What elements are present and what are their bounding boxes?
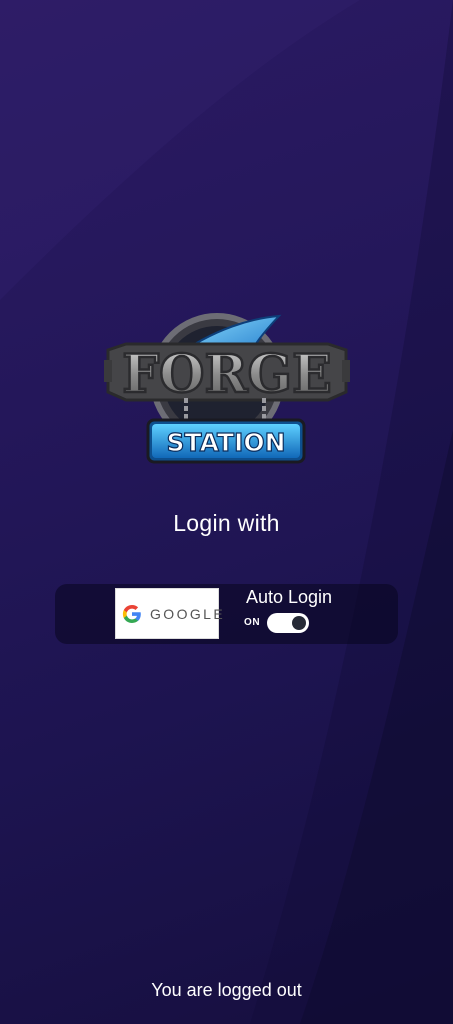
forge-station-logo: FORGE STATION (104, 310, 350, 470)
login-with-title: Login with (173, 510, 280, 536)
auto-login-state: ON (244, 617, 261, 628)
logo-top-text: FORGE (122, 344, 331, 405)
logo-bottom-text: STATION (166, 428, 285, 457)
google-button-label: GOOGLE (150, 605, 226, 622)
toggle-knob (292, 616, 306, 630)
login-panel: GOOGLE Auto Login ON (55, 584, 398, 644)
auto-login-toggle[interactable] (267, 613, 309, 633)
google-login-button[interactable]: GOOGLE (115, 588, 223, 639)
logged-out-status: You are logged out (151, 980, 302, 1000)
google-icon (122, 604, 142, 624)
auto-login-label: Auto Login (246, 587, 333, 607)
